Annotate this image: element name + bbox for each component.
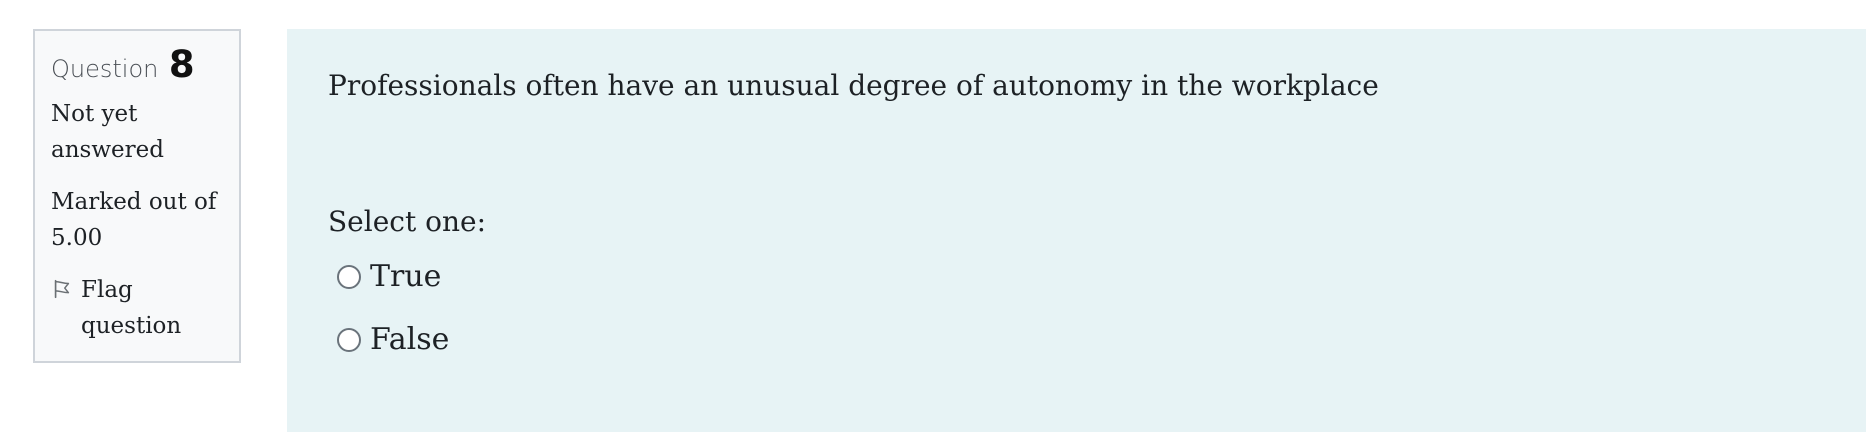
answer-option-false[interactable]: False: [337, 322, 449, 358]
question-number: 8: [168, 43, 195, 86]
question-grade: Marked out of 5.00: [51, 188, 217, 251]
question-info-panel: Question 8 Not yet answered Marked out o…: [33, 29, 241, 363]
radio-true[interactable]: [337, 265, 361, 289]
question-text: Professionals often have an unusual degr…: [328, 69, 1379, 102]
flag-question-label: Flag question: [81, 276, 182, 339]
question-content-panel: Professionals often have an unusual degr…: [287, 29, 1866, 432]
answer-prompt: Select one:: [328, 205, 487, 238]
question-word: Question: [51, 55, 159, 83]
radio-false[interactable]: [337, 328, 361, 352]
answer-label-true: True: [370, 259, 442, 294]
flag-icon: [54, 279, 70, 298]
flag-question-toggle[interactable]: Flag question: [51, 272, 225, 344]
question-state: Not yet answered: [51, 100, 164, 163]
answer-option-true[interactable]: True: [337, 259, 441, 295]
answer-label-false: False: [370, 322, 450, 357]
question-number-heading: Question 8: [51, 43, 225, 86]
quiz-page: Question 8 Not yet answered Marked out o…: [0, 0, 1866, 432]
